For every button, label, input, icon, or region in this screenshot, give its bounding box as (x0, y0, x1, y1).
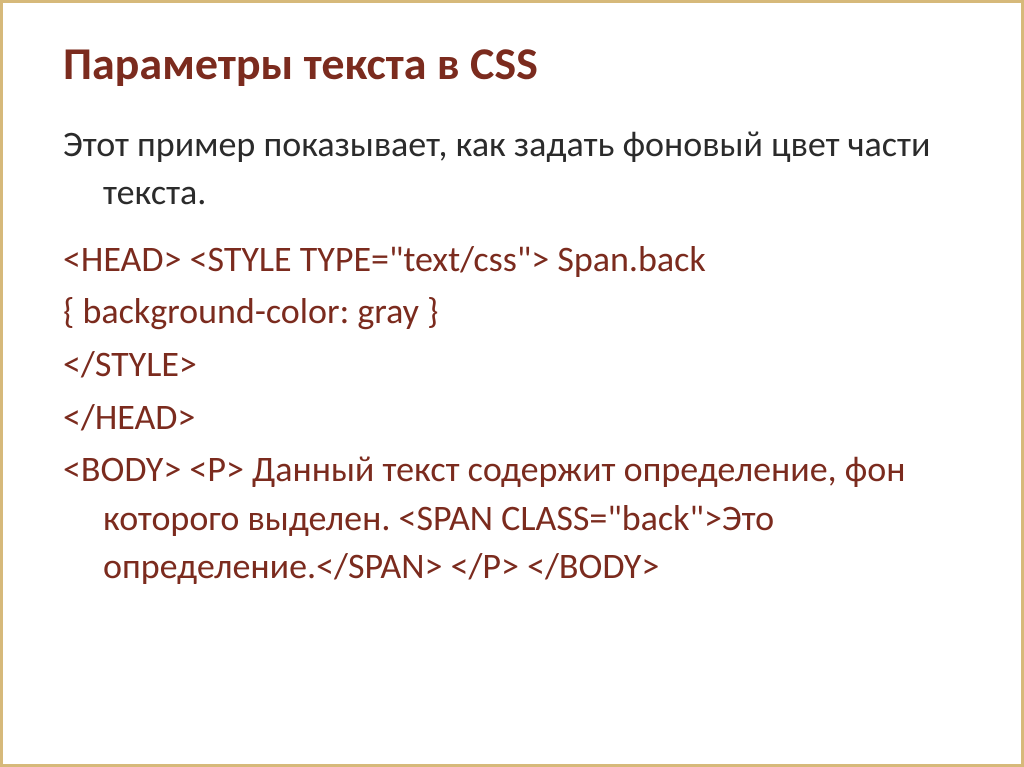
code-line-5: <BODY> <P> Данный текст содержит определ… (63, 445, 961, 591)
code-line-4: </HEAD> (63, 393, 961, 442)
code-line-2: { background-color: gray } (63, 287, 961, 336)
slide-content: Этот пример показывает, как задать фонов… (63, 120, 961, 591)
slide-frame: Параметры текста в CSS Этот пример показ… (0, 0, 1024, 767)
code-line-3: </STYLE> (63, 340, 961, 389)
slide-title: Параметры текста в CSS (63, 39, 961, 90)
intro-text: Этот пример показывает, как задать фонов… (63, 120, 961, 217)
code-line-1: <HEAD> <STYLE TYPE="text/css"> Span.back (63, 235, 961, 284)
